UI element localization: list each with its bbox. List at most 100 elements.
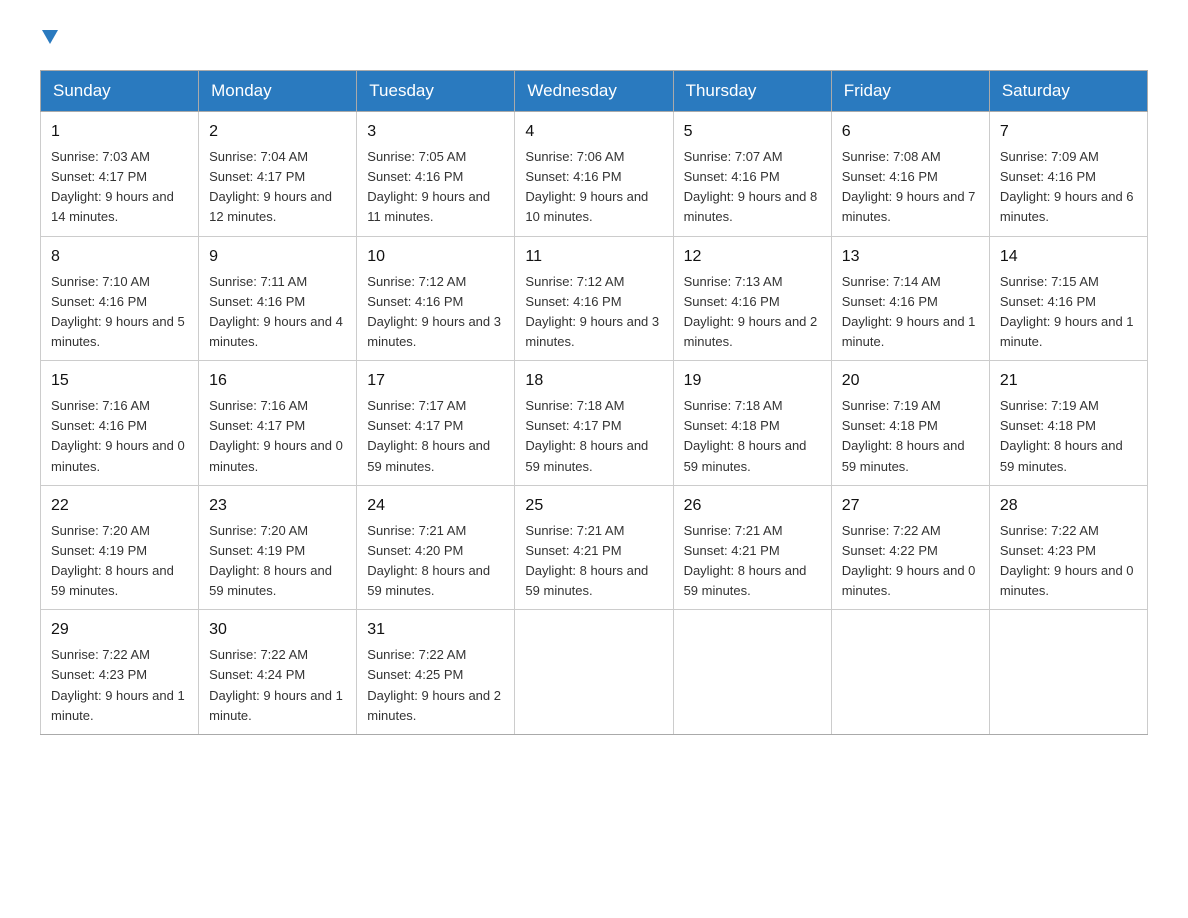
- calendar-cell: 14 Sunrise: 7:15 AMSunset: 4:16 PMDayligh…: [989, 236, 1147, 361]
- day-info: Sunrise: 7:08 AMSunset: 4:16 PMDaylight:…: [842, 149, 976, 224]
- calendar-cell: 31 Sunrise: 7:22 AMSunset: 4:25 PMDayligh…: [357, 610, 515, 735]
- calendar-cell: 19 Sunrise: 7:18 AMSunset: 4:18 PMDayligh…: [673, 361, 831, 486]
- calendar-cell: 16 Sunrise: 7:16 AMSunset: 4:17 PMDayligh…: [199, 361, 357, 486]
- day-info: Sunrise: 7:21 AMSunset: 4:21 PMDaylight:…: [684, 523, 807, 598]
- day-number: 11: [525, 245, 662, 269]
- col-header-tuesday: Tuesday: [357, 71, 515, 112]
- day-info: Sunrise: 7:22 AMSunset: 4:24 PMDaylight:…: [209, 647, 343, 722]
- logo-arrow-icon: [42, 30, 58, 44]
- day-info: Sunrise: 7:20 AMSunset: 4:19 PMDaylight:…: [209, 523, 332, 598]
- day-info: Sunrise: 7:10 AMSunset: 4:16 PMDaylight:…: [51, 274, 185, 349]
- day-info: Sunrise: 7:05 AMSunset: 4:16 PMDaylight:…: [367, 149, 490, 224]
- calendar-cell: 26 Sunrise: 7:21 AMSunset: 4:21 PMDayligh…: [673, 485, 831, 610]
- day-number: 31: [367, 618, 504, 642]
- calendar-cell: 23 Sunrise: 7:20 AMSunset: 4:19 PMDayligh…: [199, 485, 357, 610]
- calendar-cell: 10 Sunrise: 7:12 AMSunset: 4:16 PMDayligh…: [357, 236, 515, 361]
- calendar-cell: 2 Sunrise: 7:04 AMSunset: 4:17 PMDaylight…: [199, 112, 357, 237]
- calendar-week-3: 15 Sunrise: 7:16 AMSunset: 4:16 PMDayligh…: [41, 361, 1148, 486]
- day-number: 30: [209, 618, 346, 642]
- calendar-header-row: SundayMondayTuesdayWednesdayThursdayFrid…: [41, 71, 1148, 112]
- day-number: 18: [525, 369, 662, 393]
- calendar-cell: 21 Sunrise: 7:19 AMSunset: 4:18 PMDayligh…: [989, 361, 1147, 486]
- day-info: Sunrise: 7:22 AMSunset: 4:25 PMDaylight:…: [367, 647, 501, 722]
- day-number: 26: [684, 494, 821, 518]
- calendar-cell: 9Sunrise: 7:11 AMSunset: 4:16 PMDaylight…: [199, 236, 357, 361]
- logo: [40, 30, 58, 50]
- col-header-saturday: Saturday: [989, 71, 1147, 112]
- calendar-cell: 12 Sunrise: 7:13 AMSunset: 4:16 PMDayligh…: [673, 236, 831, 361]
- calendar-week-1: 1 Sunrise: 7:03 AMSunset: 4:17 PMDaylight…: [41, 112, 1148, 237]
- day-info: Sunrise: 7:06 AMSunset: 4:16 PMDaylight:…: [525, 149, 648, 224]
- calendar-week-4: 22 Sunrise: 7:20 AMSunset: 4:19 PMDayligh…: [41, 485, 1148, 610]
- calendar-cell: 25Sunrise: 7:21 AMSunset: 4:21 PMDayligh…: [515, 485, 673, 610]
- day-info: Sunrise: 7:03 AMSunset: 4:17 PMDaylight:…: [51, 149, 174, 224]
- calendar-week-5: 29 Sunrise: 7:22 AMSunset: 4:23 PMDayligh…: [41, 610, 1148, 735]
- calendar-cell: [831, 610, 989, 735]
- calendar-cell: 22 Sunrise: 7:20 AMSunset: 4:19 PMDayligh…: [41, 485, 199, 610]
- day-number: 28: [1000, 494, 1137, 518]
- day-number: 7: [1000, 120, 1137, 144]
- day-info: Sunrise: 7:13 AMSunset: 4:16 PMDaylight:…: [684, 274, 818, 349]
- calendar-cell: 8 Sunrise: 7:10 AMSunset: 4:16 PMDaylight…: [41, 236, 199, 361]
- day-info: Sunrise: 7:20 AMSunset: 4:19 PMDaylight:…: [51, 523, 174, 598]
- day-number: 21: [1000, 369, 1137, 393]
- col-header-friday: Friday: [831, 71, 989, 112]
- day-info: Sunrise: 7:07 AMSunset: 4:16 PMDaylight:…: [684, 149, 818, 224]
- calendar-week-2: 8 Sunrise: 7:10 AMSunset: 4:16 PMDaylight…: [41, 236, 1148, 361]
- day-info: Sunrise: 7:17 AMSunset: 4:17 PMDaylight:…: [367, 398, 490, 473]
- day-info: Sunrise: 7:19 AMSunset: 4:18 PMDaylight:…: [842, 398, 965, 473]
- day-number: 17: [367, 369, 504, 393]
- day-info: Sunrise: 7:16 AMSunset: 4:17 PMDaylight:…: [209, 398, 343, 473]
- calendar-cell: 3 Sunrise: 7:05 AMSunset: 4:16 PMDaylight…: [357, 112, 515, 237]
- day-info: Sunrise: 7:15 AMSunset: 4:16 PMDaylight:…: [1000, 274, 1134, 349]
- col-header-sunday: Sunday: [41, 71, 199, 112]
- day-info: Sunrise: 7:22 AMSunset: 4:23 PMDaylight:…: [51, 647, 185, 722]
- day-info: Sunrise: 7:12 AMSunset: 4:16 PMDaylight:…: [525, 274, 659, 349]
- day-number: 22: [51, 494, 188, 518]
- day-number: 5: [684, 120, 821, 144]
- day-number: 1: [51, 120, 188, 144]
- day-number: 2: [209, 120, 346, 144]
- calendar-cell: 28 Sunrise: 7:22 AMSunset: 4:23 PMDayligh…: [989, 485, 1147, 610]
- calendar-cell: 13 Sunrise: 7:14 AMSunset: 4:16 PMDayligh…: [831, 236, 989, 361]
- day-number: 6: [842, 120, 979, 144]
- day-number: 14: [1000, 245, 1137, 269]
- calendar-cell: 4 Sunrise: 7:06 AMSunset: 4:16 PMDaylight…: [515, 112, 673, 237]
- calendar-cell: 6 Sunrise: 7:08 AMSunset: 4:16 PMDaylight…: [831, 112, 989, 237]
- calendar-table: SundayMondayTuesdayWednesdayThursdayFrid…: [40, 70, 1148, 735]
- calendar-cell: 5 Sunrise: 7:07 AMSunset: 4:16 PMDaylight…: [673, 112, 831, 237]
- day-number: 10: [367, 245, 504, 269]
- day-number: 29: [51, 618, 188, 642]
- day-number: 23: [209, 494, 346, 518]
- calendar-cell: [989, 610, 1147, 735]
- day-number: 15: [51, 369, 188, 393]
- calendar-cell: 20 Sunrise: 7:19 AMSunset: 4:18 PMDayligh…: [831, 361, 989, 486]
- day-info: Sunrise: 7:18 AMSunset: 4:17 PMDaylight:…: [525, 398, 648, 473]
- day-number: 20: [842, 369, 979, 393]
- day-number: 25: [525, 494, 662, 518]
- col-header-wednesday: Wednesday: [515, 71, 673, 112]
- day-number: 4: [525, 120, 662, 144]
- day-info: Sunrise: 7:22 AMSunset: 4:23 PMDaylight:…: [1000, 523, 1134, 598]
- day-number: 16: [209, 369, 346, 393]
- day-number: 27: [842, 494, 979, 518]
- day-number: 8: [51, 245, 188, 269]
- day-number: 13: [842, 245, 979, 269]
- day-info: Sunrise: 7:14 AMSunset: 4:16 PMDaylight:…: [842, 274, 976, 349]
- day-info: Sunrise: 7:18 AMSunset: 4:18 PMDaylight:…: [684, 398, 807, 473]
- calendar-cell: [673, 610, 831, 735]
- day-info: Sunrise: 7:19 AMSunset: 4:18 PMDaylight:…: [1000, 398, 1123, 473]
- calendar-cell: 24Sunrise: 7:21 AMSunset: 4:20 PMDayligh…: [357, 485, 515, 610]
- calendar-cell: 30 Sunrise: 7:22 AMSunset: 4:24 PMDayligh…: [199, 610, 357, 735]
- day-info: Sunrise: 7:21 AMSunset: 4:20 PMDaylight:…: [367, 523, 490, 598]
- day-info: Sunrise: 7:04 AMSunset: 4:17 PMDaylight:…: [209, 149, 332, 224]
- calendar-cell: 29 Sunrise: 7:22 AMSunset: 4:23 PMDayligh…: [41, 610, 199, 735]
- calendar-cell: 18 Sunrise: 7:18 AMSunset: 4:17 PMDayligh…: [515, 361, 673, 486]
- day-info: Sunrise: 7:11 AMSunset: 4:16 PMDaylight:…: [209, 274, 343, 349]
- day-number: 19: [684, 369, 821, 393]
- col-header-monday: Monday: [199, 71, 357, 112]
- day-number: 12: [684, 245, 821, 269]
- day-number: 3: [367, 120, 504, 144]
- day-info: Sunrise: 7:12 AMSunset: 4:16 PMDaylight:…: [367, 274, 501, 349]
- day-info: Sunrise: 7:16 AMSunset: 4:16 PMDaylight:…: [51, 398, 185, 473]
